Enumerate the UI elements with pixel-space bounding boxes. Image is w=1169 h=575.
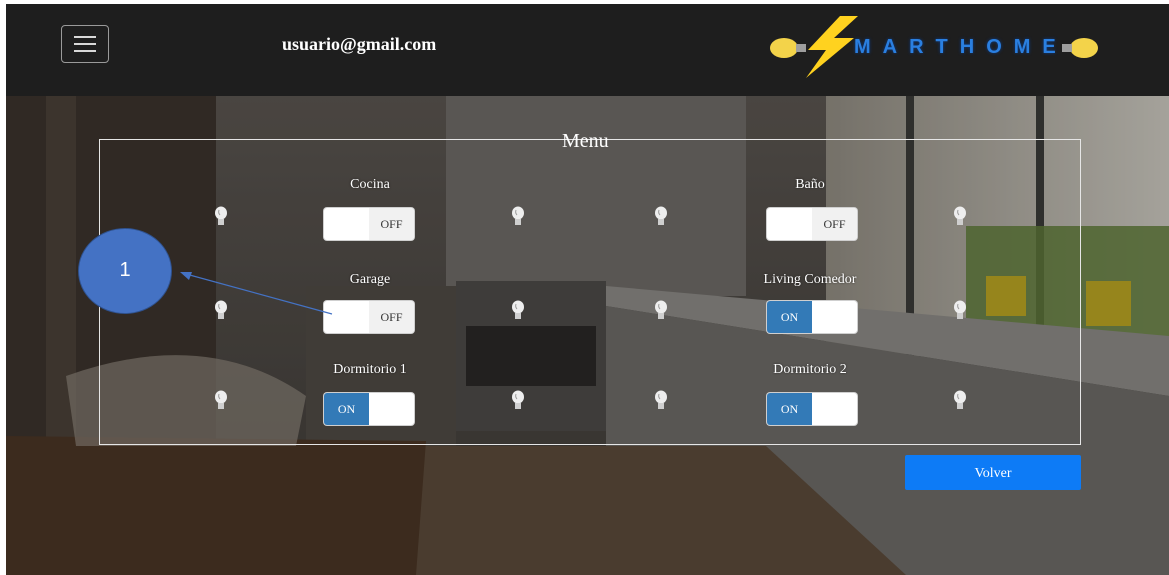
annotation-arrow: [180, 272, 333, 315]
app-frame: usuario@gmail.com MARTHOME Menu Cocina O…: [6, 4, 1169, 575]
annotation-marker: 1: [78, 228, 172, 314]
